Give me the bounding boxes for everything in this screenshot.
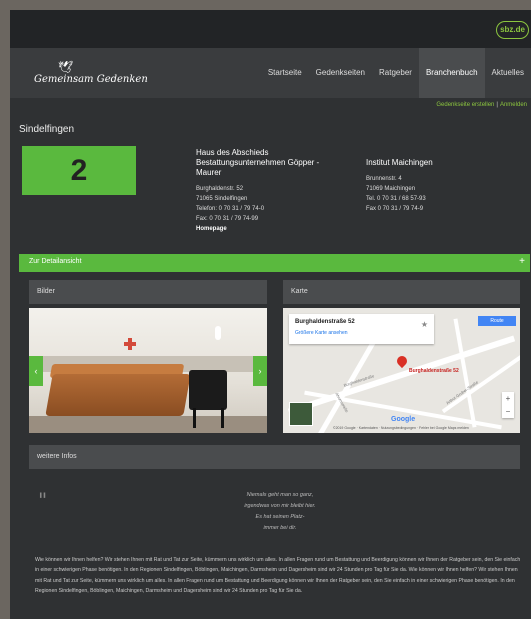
listing-name-line2: Bestattungsunternehmen Göpper - xyxy=(196,158,320,167)
map-panel-header: Karte xyxy=(283,280,520,304)
nav-branchenbuch[interactable]: Branchenbuch xyxy=(418,48,485,98)
quote-line: immer bei dir. xyxy=(263,525,297,531)
nav-items: Startseite Gedenkseiten Ratgeber Branche… xyxy=(261,48,531,98)
directions-button[interactable]: Route xyxy=(478,316,516,326)
photo-chair xyxy=(189,370,227,410)
zoom-control[interactable]: + − xyxy=(502,392,514,418)
second-listing-name: Institut Maichingen xyxy=(366,158,433,167)
zoom-in-button[interactable]: + xyxy=(502,392,514,405)
more-info-header: weitere Infos xyxy=(29,445,520,469)
second-listing-street: Brunnenstr. 4 xyxy=(366,176,402,182)
listing-name: Haus des Abschieds Bestattungsunternehme… xyxy=(196,148,356,178)
photo-floor xyxy=(29,416,267,433)
rank-badge: 2 xyxy=(22,146,136,195)
star-icon[interactable]: ★ xyxy=(421,320,428,329)
map-card-title: Burghaldenstraße 52 xyxy=(295,319,355,325)
photo-chair-leg xyxy=(221,408,224,428)
larger-map-link[interactable]: Größere Karte ansehen xyxy=(295,330,348,336)
map-pin-icon[interactable] xyxy=(394,353,410,369)
login-link[interactable]: Anmelden xyxy=(500,102,527,108)
satellite-toggle[interactable] xyxy=(289,402,313,426)
map-info-card: Burghaldenstraße 52 Größere Karte ansehe… xyxy=(289,314,434,344)
listing-secondary: Institut Maichingen Brunnenstr. 4 71069 … xyxy=(366,158,516,214)
map-embed[interactable]: Burghaldenstraße Arthur-Gruber-Straße Ah… xyxy=(283,308,520,433)
expand-icon[interactable]: + xyxy=(519,256,525,267)
nav-ratgeber[interactable]: Ratgeber xyxy=(372,48,419,98)
zoom-out-button[interactable]: − xyxy=(502,405,514,418)
second-listing-phone: Tel. 0 70 31 / 68 57-93 xyxy=(366,196,426,202)
listing-primary: Haus des Abschieds Bestattungsunternehme… xyxy=(196,148,356,234)
nav-startseite[interactable]: Startseite xyxy=(261,48,309,98)
quote-line: irgendwas von mir bleibt hier. xyxy=(244,503,316,509)
second-listing-fax: Fax 0 70 31 / 79 74-9 xyxy=(366,206,424,212)
cross-icon xyxy=(124,338,136,350)
listing-name-line3: Maurer xyxy=(196,168,222,177)
quote-line: Es hat seinen Platz- xyxy=(255,514,305,520)
map-road xyxy=(287,335,516,415)
homepage-link[interactable]: Homepage xyxy=(196,224,356,234)
quote-text: Niemals geht man so ganz, irgendwas von … xyxy=(210,490,350,534)
detail-view-label: Zur Detailansicht xyxy=(29,258,82,265)
image-gallery: ‹ › xyxy=(29,308,267,433)
detail-view-bar[interactable]: Zur Detailansicht + xyxy=(19,254,530,272)
listing-name-line1: Haus des Abschieds xyxy=(196,148,269,157)
logo[interactable]: 🕊 Gemeinsam Gedenken xyxy=(32,60,152,90)
second-listing-zip-city: 71069 Maichingen xyxy=(366,186,416,192)
top-bar: sbz.de xyxy=(10,10,531,48)
quote-icon: " xyxy=(38,488,48,512)
site-badge[interactable]: sbz.de xyxy=(496,21,529,39)
quote-line: Niemals geht man so ganz, xyxy=(246,492,314,498)
google-logo: Google xyxy=(391,416,416,423)
page-frame: sbz.de 🕊 Gemeinsam Gedenken Startseite G… xyxy=(10,10,531,619)
photo-coffin xyxy=(45,374,191,416)
dove-icon: 🕊 xyxy=(58,60,74,74)
street-label: Arthur-Gruber-Straße xyxy=(445,379,480,406)
listing-phone: Telefon: 0 70 31 / 79 74-0 xyxy=(196,206,265,212)
sub-links: Gedenkseite erstellen | Anmelden xyxy=(436,102,527,108)
page-title: Sindelfingen xyxy=(19,124,75,135)
main-nav: 🕊 Gemeinsam Gedenken Startseite Gedenkse… xyxy=(10,48,531,98)
link-separator: | xyxy=(496,102,498,108)
pin-label: Burghaldenstraße 52 xyxy=(409,368,459,374)
nav-gedenkseiten[interactable]: Gedenkseiten xyxy=(309,48,372,98)
logo-text: Gemeinsam Gedenken xyxy=(34,74,148,85)
listing-street: Burghaldenstr. 52 xyxy=(196,186,244,192)
photo-chair-leg xyxy=(193,408,196,428)
photo-lamp xyxy=(215,326,221,340)
chevron-right-icon[interactable]: › xyxy=(253,356,267,386)
listing-zip-city: 71065 Sindelfingen xyxy=(196,196,248,202)
images-panel-header: Bilder xyxy=(29,280,267,304)
create-memorial-link[interactable]: Gedenkseite erstellen xyxy=(436,102,494,108)
description-text: Wie können wir Ihnen helfen? Wir stehen … xyxy=(35,557,521,594)
listing-fax: Fax: 0 70 31 / 79 74-99 xyxy=(196,216,259,222)
chevron-left-icon[interactable]: ‹ xyxy=(29,356,43,386)
nav-aktuelles[interactable]: Aktuelles xyxy=(485,48,531,98)
map-footer: ©2019 Google · Kartendaten · Nutzungsbed… xyxy=(333,426,469,430)
